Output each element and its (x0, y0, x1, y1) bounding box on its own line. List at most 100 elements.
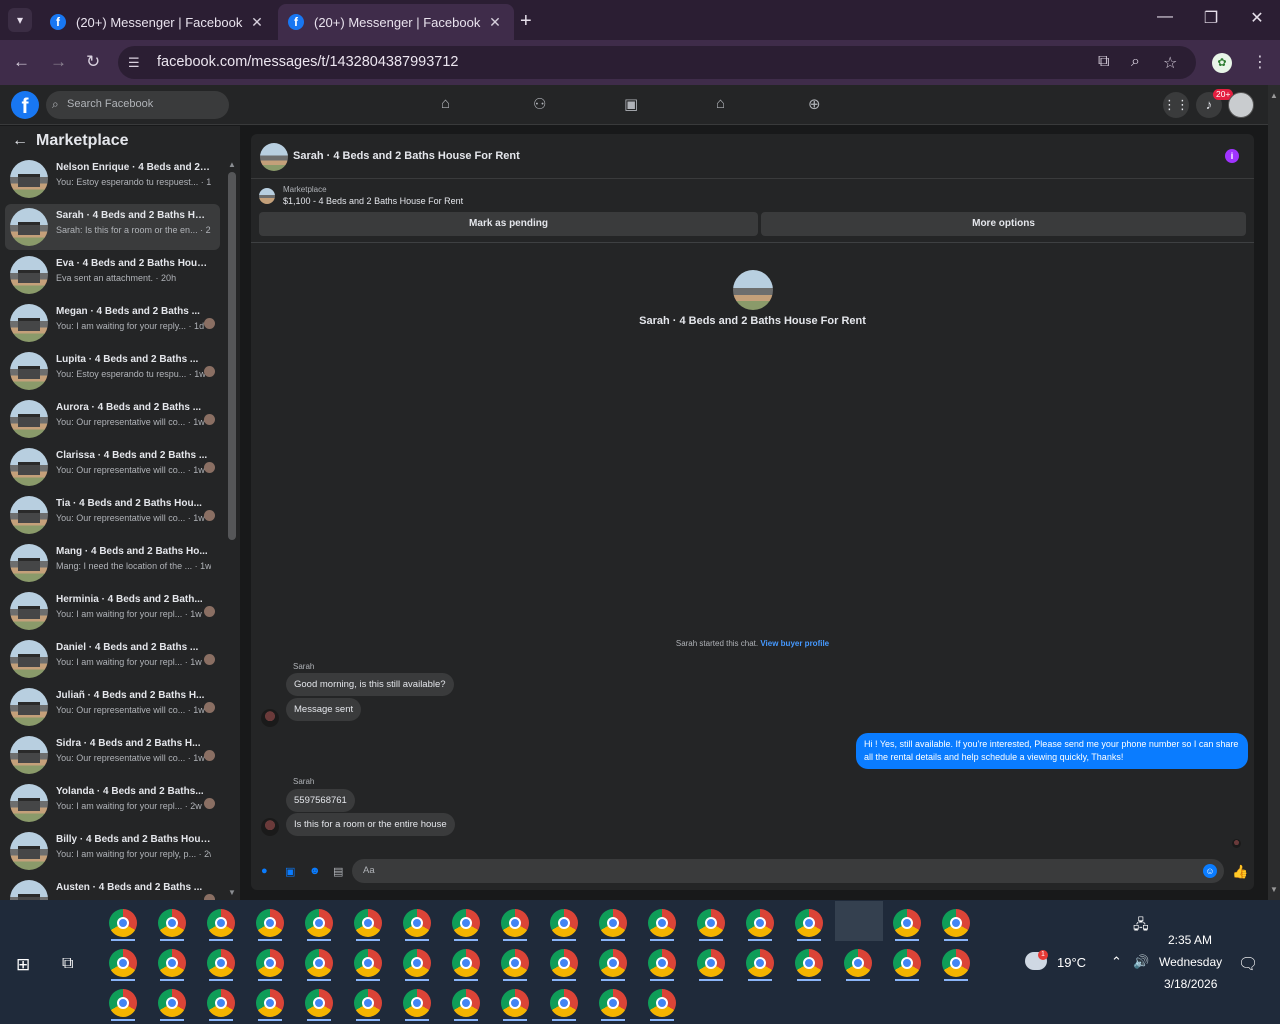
taskbar-app-icon[interactable] (844, 949, 872, 977)
message-input[interactable]: Aa ☺ (352, 859, 1224, 883)
taskbar-app-icon[interactable] (942, 949, 970, 977)
new-tab-button[interactable]: + (520, 10, 532, 33)
taskbar-app-icon[interactable] (207, 909, 235, 937)
conversation-item[interactable]: Herminia · 4 Beds and 2 Bath... You: I am… (5, 588, 220, 634)
maximize-button[interactable]: ❐ (1196, 8, 1226, 28)
taskbar-app-icon[interactable] (746, 949, 774, 977)
browser-menu-icon[interactable]: ⋮ (1252, 52, 1268, 72)
scroll-up-arrow-icon[interactable]: ▲ (228, 160, 236, 169)
taskbar-app-icon[interactable] (256, 949, 284, 977)
conversation-item[interactable]: Eva · 4 Beds and 2 Baths House... Eva sen… (5, 252, 220, 298)
scroll-down-arrow-icon[interactable]: ▼ (1270, 885, 1278, 894)
outgoing-message[interactable]: Hi ! Yes, still available. If you're int… (856, 733, 1248, 769)
marketplace-icon[interactable]: ⌂ (716, 95, 725, 112)
watch-icon[interactable]: ▣ (624, 95, 638, 113)
taskbar-app-icon[interactable] (354, 949, 382, 977)
view-buyer-profile-link[interactable]: View buyer profile (760, 639, 829, 648)
gaming-icon[interactable]: ⊕ (808, 95, 821, 113)
conversation-item[interactable]: Mang · 4 Beds and 2 Baths Ho... Mang: I n… (5, 540, 220, 586)
conversation-item[interactable]: Tia · 4 Beds and 2 Baths Hou... You: Our … (5, 492, 220, 538)
taskbar-app-icon[interactable] (501, 909, 529, 937)
notification-center-icon[interactable]: 🗨 (1238, 954, 1258, 974)
incoming-message[interactable]: Message sent (286, 698, 362, 721)
conversation-item[interactable]: Juliañ · 4 Beds and 2 Baths H... You: Our… (5, 684, 220, 730)
scroll-down-arrow-icon[interactable]: ▼ (228, 888, 236, 897)
photo-icon[interactable]: ▣ (285, 865, 295, 878)
taskbar-app-icon[interactable] (109, 909, 137, 937)
conversation-item[interactable]: Lupita · 4 Beds and 2 Baths ... You: Esto… (5, 348, 220, 394)
conversation-item[interactable]: Austen · 4 Beds and 2 Baths ... (5, 876, 220, 900)
conversation-item[interactable]: Billy · 4 Beds and 2 Baths Hous... You: I… (5, 828, 220, 874)
microphone-icon[interactable]: ● (261, 865, 268, 877)
account-avatar[interactable] (1228, 92, 1254, 118)
back-arrow-icon[interactable]: ← (13, 52, 30, 72)
taskbar-app-icon[interactable] (550, 949, 578, 977)
zoom-icon[interactable]: ⌕ (1131, 53, 1140, 71)
conversation-item[interactable]: Daniel · 4 Beds and 2 Baths ... You: I am… (5, 636, 220, 682)
page-scrollbar[interactable]: ▲ ▼ (1268, 85, 1280, 900)
back-arrow-icon[interactable]: ← (12, 132, 28, 149)
listing-thumbnail[interactable] (260, 143, 288, 171)
taskbar-app-icon[interactable] (550, 989, 578, 1017)
taskbar-app-icon[interactable] (746, 909, 774, 937)
incoming-message[interactable]: Good morning, is this still available? (286, 673, 454, 696)
reload-icon[interactable]: ↻ (86, 52, 100, 72)
more-options-button[interactable]: More options (761, 212, 1246, 236)
tab-close-icon[interactable]: ✕ (486, 14, 504, 31)
browser-tab-2-active[interactable]: f (20+) Messenger | Facebook ✕ (278, 4, 514, 40)
sticker-icon[interactable]: ☻ (309, 865, 321, 877)
taskbar-app-icon[interactable] (648, 949, 676, 977)
taskbar-app-icon[interactable] (697, 949, 725, 977)
taskbar-app-icon[interactable] (795, 909, 823, 937)
bookmark-star-icon[interactable]: ☆ (1163, 53, 1177, 73)
taskbar-app-icon[interactable] (893, 949, 921, 977)
taskbar-app-icon[interactable] (795, 949, 823, 977)
browser-tab-1[interactable]: f (20+) Messenger | Facebook ✕ (40, 4, 276, 40)
conversation-item[interactable]: Sarah · 4 Beds and 2 Baths Hou... Sarah: … (5, 204, 220, 250)
taskbar-app-icon[interactable] (599, 949, 627, 977)
clock-time[interactable]: 2:35 AM (1168, 933, 1212, 947)
mark-as-pending-button[interactable]: Mark as pending (259, 212, 758, 236)
taskbar-app-icon[interactable] (648, 989, 676, 1017)
conversation-item[interactable]: Yolanda · 4 Beds and 2 Baths... You: I am… (5, 780, 220, 826)
conversation-item[interactable]: Clarissa · 4 Beds and 2 Baths ... You: Ou… (5, 444, 220, 490)
incoming-message[interactable]: 5597568761 (286, 789, 355, 812)
thumbs-up-icon[interactable]: 👍 (1232, 864, 1248, 880)
gif-icon[interactable]: ▤ (333, 865, 343, 878)
incoming-message[interactable]: Is this for a room or the entire house (286, 813, 455, 836)
menu-grid-icon[interactable]: ⋮⋮ (1163, 92, 1189, 118)
taskbar-app-icon[interactable] (893, 909, 921, 937)
windows-start-icon[interactable]: ⊞ (16, 955, 30, 975)
conversation-item[interactable]: Aurora · 4 Beds and 2 Baths ... You: Our … (5, 396, 220, 442)
extension-icon[interactable]: ✿ (1212, 53, 1232, 73)
taskbar-app-icon[interactable] (305, 989, 333, 1017)
emoji-icon[interactable]: ☺ (1203, 864, 1217, 878)
taskbar-app-icon[interactable] (501, 989, 529, 1017)
tab-search-menu-icon[interactable]: ▾ (8, 8, 32, 32)
taskbar-app-icon[interactable] (109, 949, 137, 977)
taskbar-app-icon[interactable] (501, 949, 529, 977)
tab-close-icon[interactable]: ✕ (248, 14, 266, 31)
taskbar-app-icon[interactable] (207, 949, 235, 977)
taskbar-app-icon[interactable] (256, 989, 284, 1017)
conversation-item[interactable]: Megan · 4 Beds and 2 Baths ... You: I am … (5, 300, 220, 346)
minimize-button[interactable]: — (1150, 8, 1180, 26)
address-bar[interactable]: ☰ facebook.com/messages/t/14328043879937… (118, 46, 1196, 79)
url-text[interactable]: facebook.com/messages/t/1432804387993712 (157, 54, 459, 70)
taskbar-app-icon[interactable] (403, 949, 431, 977)
conversation-item[interactable]: Nelson Enrique · 4 Beds and 2 ... You: Es… (5, 156, 220, 202)
install-app-icon[interactable]: ⧉ (1098, 53, 1109, 71)
site-info-icon[interactable]: ☰ (128, 55, 140, 71)
facebook-logo[interactable]: f (11, 91, 39, 119)
clock-date[interactable]: 3/18/2026 (1164, 977, 1217, 991)
home-icon[interactable]: ⌂ (441, 95, 450, 112)
taskbar-app-icon[interactable] (158, 949, 186, 977)
taskbar-app-icon[interactable] (550, 909, 578, 937)
chevron-up-icon[interactable]: ⌃ (1111, 954, 1122, 970)
network-icon[interactable]: 🖧 (1133, 914, 1149, 938)
taskbar-app-icon[interactable] (158, 909, 186, 937)
sender-avatar[interactable] (261, 709, 279, 727)
chat-title[interactable]: Sarah · 4 Beds and 2 Baths House For Ren… (293, 150, 520, 162)
taskbar-app-icon[interactable] (697, 909, 725, 937)
taskbar-app-icon[interactable] (354, 909, 382, 937)
